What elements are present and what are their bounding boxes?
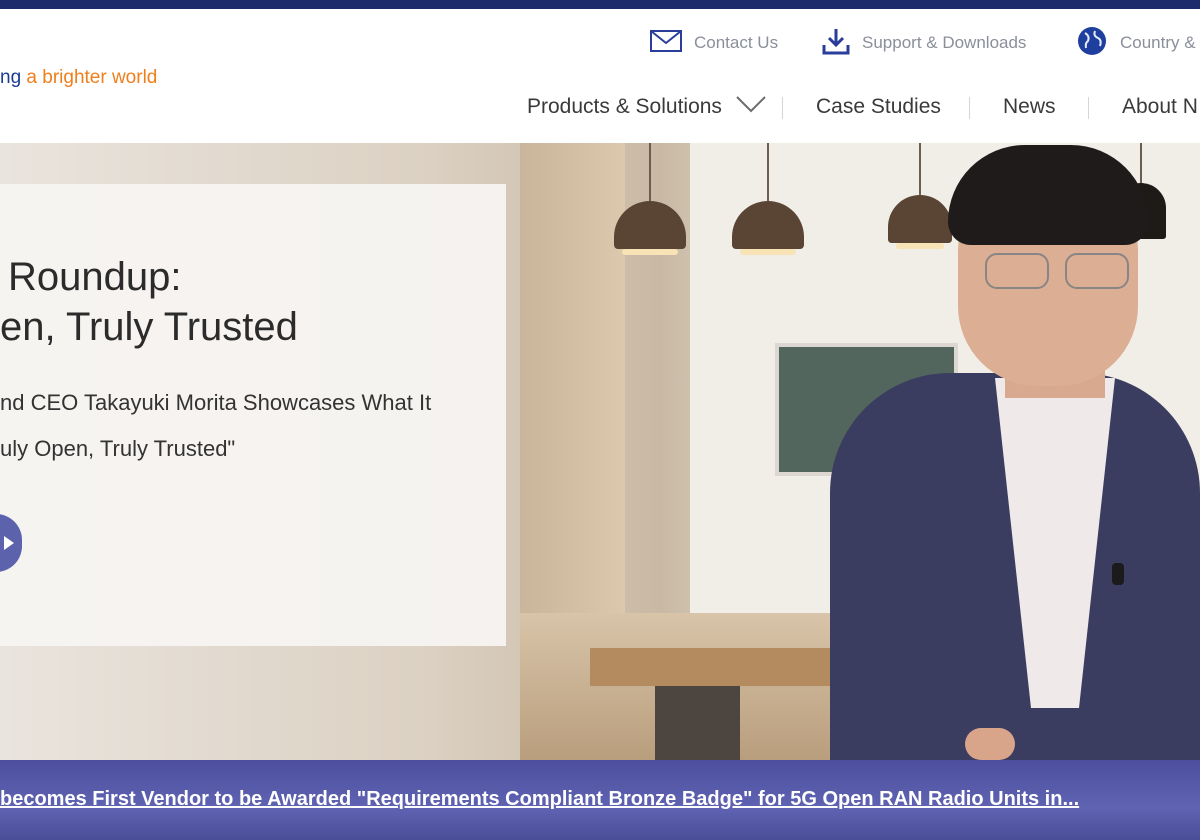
support-downloads-label: Support & Downloads: [862, 33, 1027, 52]
hero-description-line-2: uly Open, Truly Trusted": [0, 436, 236, 461]
brand-tagline[interactable]: ng a brighter world: [0, 67, 157, 89]
nav-item-label: Products & Solutions: [527, 95, 722, 118]
hero-description-line-1: nd CEO Takayuki Morita Showcases What It: [0, 390, 432, 415]
nav-item-case-studies[interactable]: Case Studies: [816, 87, 941, 127]
nav-item-about[interactable]: About N: [1122, 87, 1198, 127]
contact-us-label: Contact Us: [694, 33, 779, 52]
utility-bar: Contact Us Support & Downloads Country &: [0, 26, 1200, 60]
contact-us-link[interactable]: Contact Us: [650, 29, 778, 57]
country-selector-label: Country &: [1120, 33, 1196, 52]
nav-item-news[interactable]: News: [1003, 87, 1056, 127]
download-icon: [822, 27, 850, 60]
speaker-hair: [948, 145, 1148, 245]
hero-bench: [590, 648, 840, 686]
speaker-glasses: [985, 253, 1135, 289]
play-video-button[interactable]: [0, 514, 22, 572]
lapel-mic: [1112, 563, 1124, 585]
nav-divider: [782, 97, 783, 119]
tagline-part-2: a brighter world: [21, 67, 158, 88]
hero-text-card: Roundup: en, Truly Trusted nd CEO Takayu…: [0, 184, 506, 646]
envelope-icon: [650, 29, 682, 57]
nav-item-products-solutions[interactable]: Products & Solutions: [527, 87, 766, 127]
pendant-lamp: [614, 143, 686, 255]
support-downloads-link[interactable]: Support & Downloads: [822, 27, 1027, 60]
top-brand-rule: [0, 0, 1200, 9]
hero-bench-leg: [655, 686, 740, 760]
speaker-photo: [830, 143, 1200, 760]
pendant-lamp: [732, 143, 804, 255]
hero-title-line-1: Roundup:: [8, 255, 182, 299]
nav-divider: [969, 97, 970, 119]
site-header: ng a brighter world Contact Us Support &…: [0, 9, 1200, 132]
news-ticker-bar: becomes First Vendor to be Awarded "Requ…: [0, 760, 1200, 840]
hero-title-line-2: en, Truly Trusted: [0, 305, 298, 349]
play-icon: [4, 536, 14, 550]
country-selector-link[interactable]: Country &: [1076, 26, 1196, 57]
main-nav: Products & Solutions Case Studies News A…: [0, 87, 1200, 127]
tagline-part-1: ng: [0, 67, 22, 88]
nav-divider: [1088, 97, 1089, 119]
globe-icon: [1076, 25, 1108, 62]
news-ticker-headline-link[interactable]: becomes First Vendor to be Awarded "Requ…: [0, 788, 1079, 811]
chevron-down-icon: [736, 95, 766, 119]
speaker-hand: [965, 728, 1015, 760]
